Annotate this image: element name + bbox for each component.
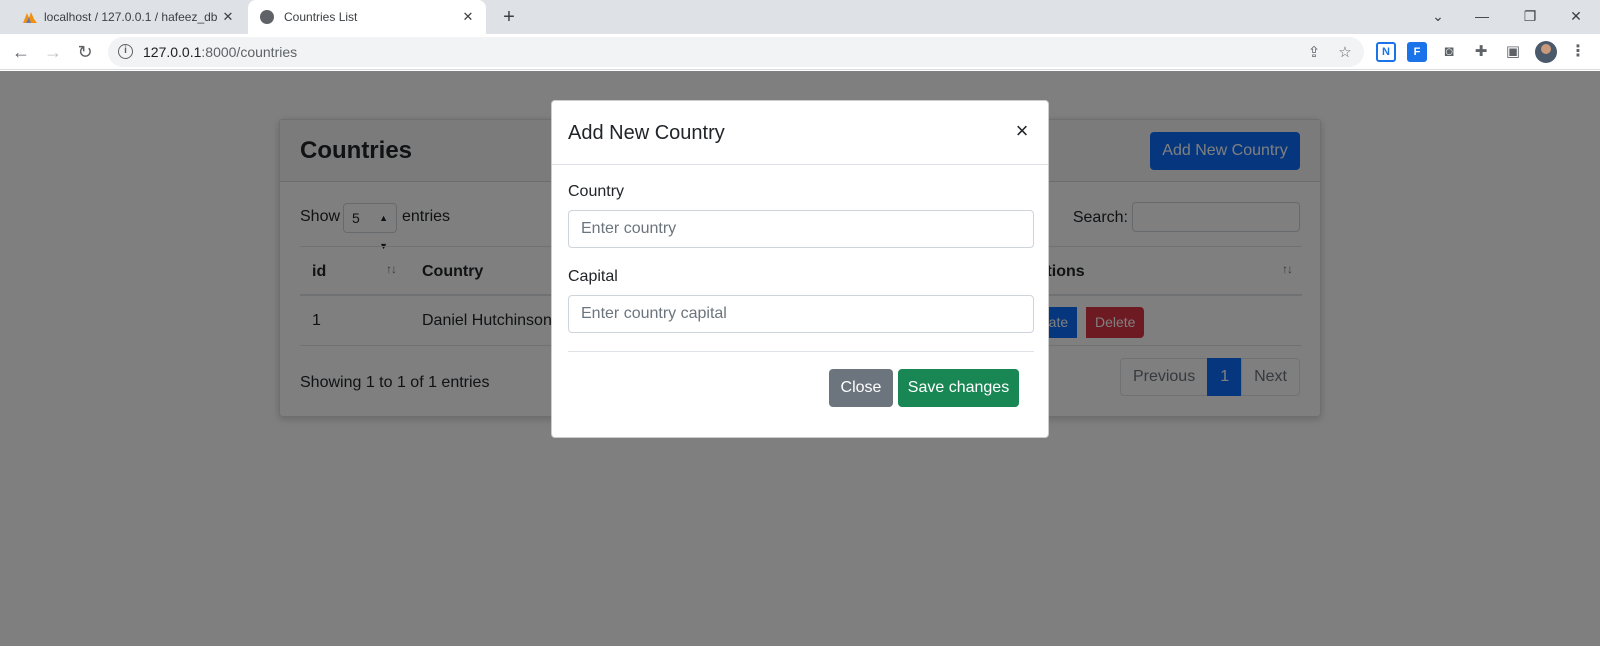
close-icon[interactable]: ×	[1012, 119, 1032, 143]
country-label: Country	[568, 183, 625, 200]
camera-icon[interactable]: ◙	[1439, 42, 1459, 62]
close-tab-icon[interactable]: ✕	[460, 9, 476, 25]
modal-divider	[568, 351, 1034, 352]
globe-icon	[260, 10, 274, 24]
reload-icon[interactable]: ↻	[73, 40, 97, 64]
close-tab-icon[interactable]: ✕	[220, 9, 236, 25]
tab-phpmyadmin[interactable]: localhost / 127.0.0.1 / hafeez_db | php …	[8, 0, 246, 34]
side-panel-icon[interactable]: ▣	[1503, 42, 1523, 62]
new-tab-button[interactable]: +	[498, 6, 520, 28]
restore-icon[interactable]: ❐	[1518, 4, 1542, 28]
country-input[interactable]	[568, 210, 1034, 248]
tab-countries-list[interactable]: Countries List ✕	[248, 0, 486, 34]
phpmyadmin-icon	[23, 12, 37, 23]
avatar[interactable]	[1535, 41, 1557, 63]
browser-tab-bar: localhost / 127.0.0.1 / hafeez_db | php …	[0, 0, 1600, 34]
capital-label: Capital	[568, 268, 618, 285]
page-viewport: Countries Add New Country Show 5 ▲▼ entr…	[0, 71, 1600, 646]
site-info-icon[interactable]: i	[118, 44, 133, 59]
back-icon[interactable]: ←	[9, 40, 33, 64]
browser-toolbar: ← → ↻ i 127.0.0.1:8000/countries ⇪ ☆ N F…	[0, 34, 1600, 70]
close-window-icon[interactable]: ✕	[1564, 4, 1588, 28]
share-icon[interactable]: ⇪	[1305, 44, 1323, 62]
save-changes-button[interactable]: Save changes	[898, 369, 1019, 407]
tab-search-icon[interactable]: ⌄	[1426, 4, 1450, 28]
tab-title: localhost / 127.0.0.1 / hafeez_db | php	[44, 10, 220, 24]
capital-input[interactable]	[568, 295, 1034, 333]
star-icon[interactable]: ☆	[1336, 44, 1354, 62]
add-country-modal: Add New Country × Country Capital Close …	[551, 100, 1049, 438]
address-bar[interactable]: i 127.0.0.1:8000/countries ⇪ ☆	[108, 37, 1364, 67]
modal-header: Add New Country ×	[552, 101, 1048, 165]
modal-title: Add New Country	[568, 122, 725, 144]
close-button[interactable]: Close	[829, 369, 893, 407]
url-text[interactable]: 127.0.0.1:8000/countries	[143, 44, 297, 60]
puzzle-icon[interactable]: ✚	[1471, 42, 1491, 62]
extension-f-icon[interactable]: F	[1407, 42, 1427, 62]
forward-icon[interactable]: →	[41, 40, 65, 64]
more-menu-icon[interactable]: ⋮	[1570, 42, 1586, 62]
tab-title: Countries List	[284, 10, 358, 24]
extension-n-icon[interactable]: N	[1376, 42, 1396, 62]
minimize-icon[interactable]: —	[1470, 4, 1494, 28]
